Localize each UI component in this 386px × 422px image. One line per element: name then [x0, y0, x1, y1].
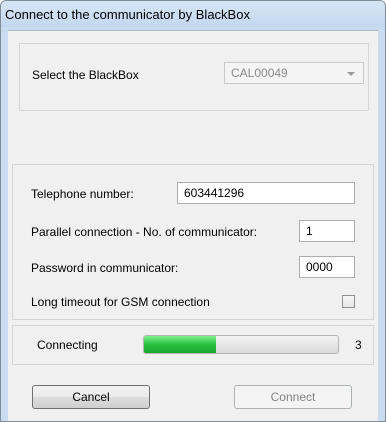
connect-button[interactable]: Connect [234, 385, 352, 409]
telephone-label: Telephone number: [31, 187, 134, 201]
connection-settings-group: Telephone number: 603441296 Parallel con… [12, 164, 374, 320]
connecting-status-label: Connecting [37, 338, 98, 352]
long-timeout-checkbox[interactable] [342, 295, 355, 308]
cancel-button[interactable]: Cancel [32, 385, 150, 409]
blackbox-dropdown[interactable]: CAL00049 [224, 62, 364, 84]
connection-progress-bar [143, 335, 339, 354]
password-input[interactable]: 0000 [299, 256, 355, 278]
connect-dialog: Connect to the communicator by BlackBox … [0, 0, 386, 422]
select-blackbox-label: Select the BlackBox [32, 68, 139, 82]
parallel-connection-label: Parallel connection - No. of communicato… [31, 225, 258, 239]
communicator-number-input[interactable]: 1 [299, 220, 355, 242]
window-title: Connect to the communicator by BlackBox [5, 7, 250, 22]
blackbox-dropdown-value: CAL00049 [231, 66, 288, 80]
dialog-body: Select the BlackBox CAL00049 Telephone n… [8, 30, 378, 421]
title-bar: Connect to the communicator by BlackBox [1, 1, 385, 27]
long-timeout-label: Long timeout for GSM connection [31, 295, 210, 309]
connection-progress-fill [144, 336, 216, 353]
status-group: Connecting 3 [12, 325, 374, 365]
password-label: Password in communicator: [31, 261, 179, 275]
telephone-input[interactable]: 603441296 [177, 182, 355, 204]
blackbox-group: Select the BlackBox CAL00049 [19, 43, 369, 111]
chevron-down-icon [347, 72, 355, 76]
connection-attempt-count: 3 [355, 338, 362, 352]
